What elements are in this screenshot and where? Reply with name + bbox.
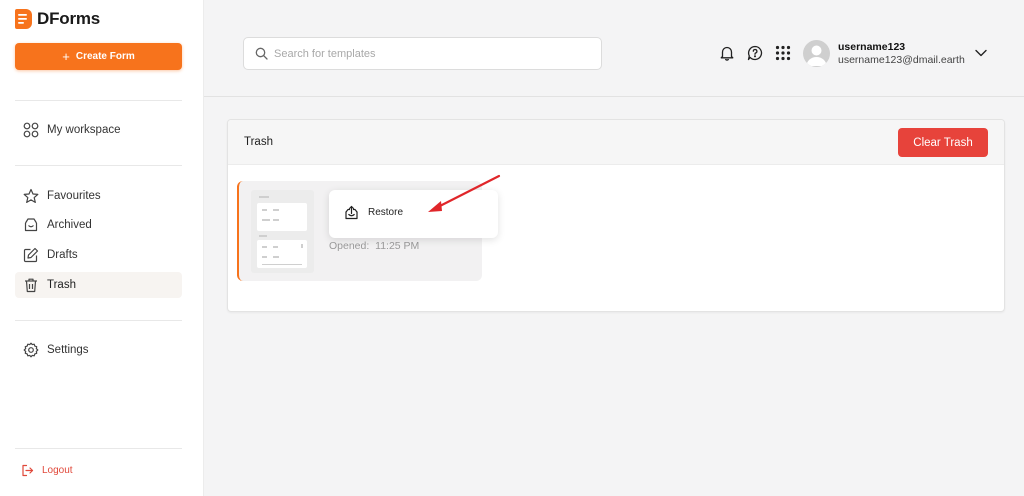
create-form-label: Create Form xyxy=(75,51,135,62)
sidebar-item-favourites[interactable]: Favourites xyxy=(15,183,182,209)
sidebar-item-label: Archived xyxy=(47,219,92,231)
opened-time: 11:25 PM xyxy=(375,240,420,252)
panel-header: Trash Clear Trash xyxy=(228,120,1004,165)
sidebar-item-label: Drafts xyxy=(47,249,78,261)
workspace-grid-icon xyxy=(23,122,39,138)
logout-icon xyxy=(22,464,34,477)
clear-trash-button[interactable]: Clear Trash xyxy=(898,128,988,157)
sidebar-item-label: Favourites xyxy=(47,190,101,202)
opened-timestamp: Opened: 11:25 PM xyxy=(329,240,419,252)
star-icon xyxy=(23,188,39,203)
sidebar-item-my-workspace[interactable]: My workspace xyxy=(15,117,182,143)
sidebar-item-trash[interactable]: Trash xyxy=(15,272,182,298)
brand-name: DForms xyxy=(37,9,101,28)
trash-icon xyxy=(25,278,37,293)
logout-label: Logout xyxy=(42,465,73,476)
avatar[interactable] xyxy=(803,40,830,67)
bell-icon[interactable] xyxy=(719,45,735,61)
sidebar-item-drafts[interactable]: Drafts xyxy=(15,242,182,268)
sidebar: DForms + Create Form My workspace Favour… xyxy=(0,0,204,496)
search-icon xyxy=(255,47,268,60)
context-menu: Restore xyxy=(329,190,498,238)
edit-icon xyxy=(23,247,39,263)
logout-button[interactable]: Logout xyxy=(15,464,73,477)
top-header: username123 username123@dmail.earth xyxy=(204,0,1024,97)
page-title: Trash xyxy=(244,136,273,148)
sidebar-item-label: My workspace xyxy=(47,124,121,136)
sidebar-item-archived[interactable]: Archived xyxy=(15,212,182,238)
restore-icon xyxy=(345,205,358,220)
logo[interactable]: DForms xyxy=(15,9,100,29)
archive-icon xyxy=(24,218,38,232)
chevron-down-icon[interactable] xyxy=(974,48,988,58)
opened-label: Opened: xyxy=(329,240,370,252)
sidebar-divider xyxy=(15,448,182,449)
user-email: username123@dmail.earth xyxy=(838,54,965,66)
search-input[interactable] xyxy=(274,47,574,60)
sidebar-item-settings[interactable]: Settings xyxy=(15,337,182,363)
sidebar-divider xyxy=(15,100,182,101)
sidebar-divider xyxy=(15,165,182,166)
create-form-button[interactable]: + Create Form xyxy=(15,43,182,70)
form-thumbnail xyxy=(251,190,314,273)
search-bar[interactable] xyxy=(243,37,602,70)
sidebar-item-label: Settings xyxy=(47,344,89,356)
restore-label: Restore xyxy=(368,207,404,218)
apps-grid-icon[interactable] xyxy=(775,45,791,61)
gear-icon xyxy=(23,342,39,358)
sidebar-divider xyxy=(15,320,182,321)
logo-icon xyxy=(15,9,32,29)
plus-icon: + xyxy=(62,49,70,64)
restore-menu-item[interactable]: Restore xyxy=(344,205,403,220)
user-silhouette-icon xyxy=(806,45,827,66)
sidebar-item-label: Trash xyxy=(47,279,76,291)
user-name: username123 xyxy=(838,41,906,53)
help-chat-icon[interactable] xyxy=(747,45,763,61)
